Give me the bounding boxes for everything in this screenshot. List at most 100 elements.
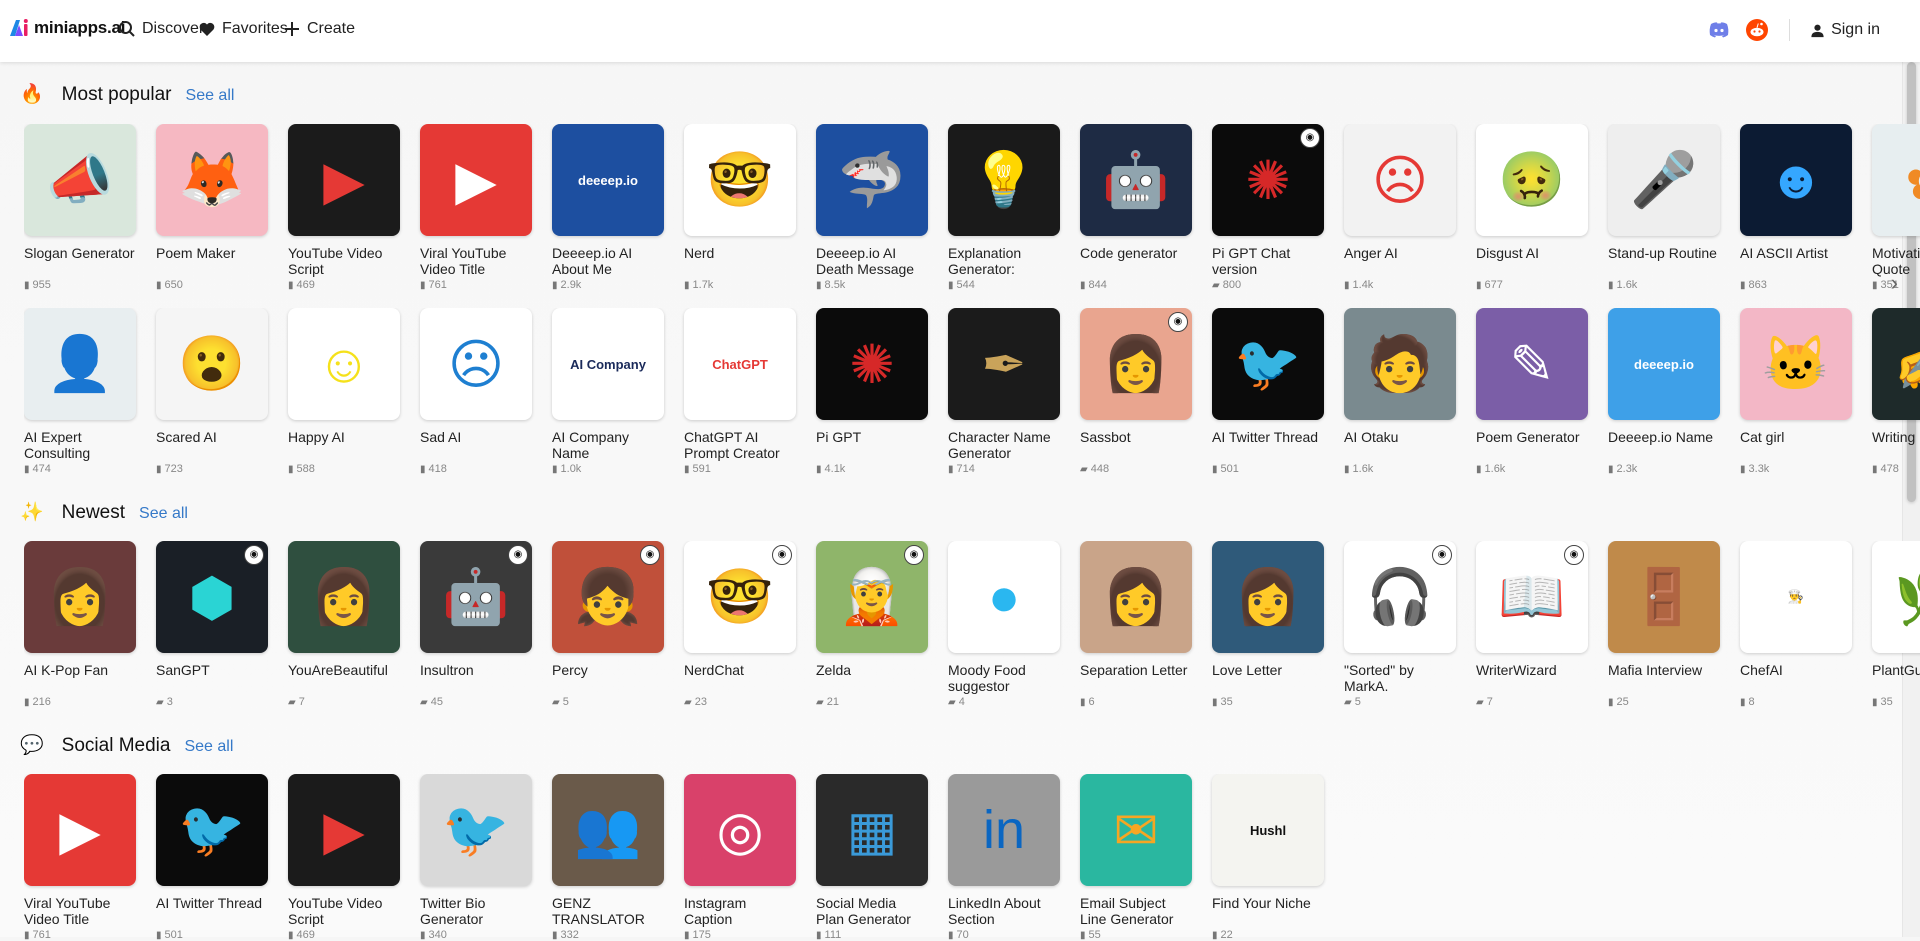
app-card[interactable]: ▶ YouTube Video Script ▮ 469	[288, 124, 400, 291]
app-card[interactable]: ◎ Instagram Caption ▮ 175	[684, 774, 796, 941]
app-card[interactable]: 👩 AI K-Pop Fan ▮ 216	[24, 541, 136, 708]
app-thumbnail[interactable]: 🐦	[420, 774, 532, 886]
app-card[interactable]: 🦊 Poem Maker ▮ 650	[156, 124, 268, 291]
app-card[interactable]: ✿Motivational Quote▮351	[1872, 124, 1920, 291]
app-card[interactable]: 🐱 Cat girl ▮ 3.3k	[1740, 308, 1852, 475]
signin-button[interactable]: Sign in	[1810, 21, 1880, 39]
app-thumbnail[interactable]: ▦	[816, 774, 928, 886]
app-thumbnail[interactable]: deeeep.io	[552, 124, 664, 236]
app-thumbnail[interactable]: ☹	[420, 308, 532, 420]
brand-logo[interactable]: miniapps.ai	[8, 17, 126, 39]
app-card[interactable]: 🤖 Code generator ▮ 844	[1080, 124, 1192, 291]
app-title[interactable]: PlantGuru	[1872, 662, 1920, 694]
app-title[interactable]: Viral YouTube Video Title	[420, 245, 532, 277]
app-thumbnail[interactable]: 👩	[24, 541, 136, 653]
app-card[interactable]: 👤 AI Expert Consulting ▮ 474	[24, 308, 136, 475]
app-card[interactable]: 😮 Scared AI ▮ 723	[156, 308, 268, 475]
app-thumbnail[interactable]: ChatGPT	[684, 308, 796, 420]
app-card[interactable]: ▶ Viral YouTube Video Title ▮ 761	[24, 774, 136, 941]
app-card[interactable]: 📣 Slogan Generator ▮ 955	[24, 124, 136, 291]
app-card[interactable]: in LinkedIn About Section ▮ 70	[948, 774, 1060, 941]
app-thumbnail[interactable]: 🐦	[1212, 308, 1324, 420]
app-thumbnail[interactable]: 😮	[156, 308, 268, 420]
app-title[interactable]: AI Otaku	[1344, 429, 1456, 461]
app-title[interactable]: ChatGPT AI Prompt Creator	[684, 429, 796, 461]
app-card[interactable]: ChatGPT ChatGPT AI Prompt Creator ▮ 591	[684, 308, 796, 475]
app-thumbnail[interactable]: 🚪	[1608, 541, 1720, 653]
app-card[interactable]: 👩 YouAreBeautiful ▰ 7	[288, 541, 400, 708]
app-thumbnail[interactable]: 📖 ◉	[1476, 541, 1588, 653]
app-thumbnail[interactable]: ▶	[420, 124, 532, 236]
app-card[interactable]: 👩 Separation Letter ▮ 6	[1080, 541, 1192, 708]
app-title[interactable]: Zelda	[816, 662, 928, 694]
app-thumbnail[interactable]: ✎	[1476, 308, 1588, 420]
app-title[interactable]: Deeeep.io AI About Me	[552, 245, 664, 277]
app-title[interactable]: Poem Maker	[156, 245, 268, 277]
app-thumbnail[interactable]: 🧑	[1344, 308, 1456, 420]
app-card[interactable]: ✺ ◉ Pi GPT Chat version ▰ 800	[1212, 124, 1324, 291]
app-title[interactable]: Social Media Plan Generator	[816, 895, 928, 927]
app-title[interactable]: Scared AI	[156, 429, 268, 461]
app-thumbnail[interactable]: ✺ ◉	[1212, 124, 1324, 236]
nav-favorites[interactable]: Favorites	[198, 20, 288, 38]
app-card[interactable]: 🐦 AI Twitter Thread ▮ 501	[156, 774, 268, 941]
app-title[interactable]: YouTube Video Script	[288, 895, 400, 927]
app-card[interactable]: 👨‍🍳 ChefAI ▮ 8	[1740, 541, 1852, 708]
app-card[interactable]: 🎧 ◉ "Sorted" by MarkA. ▰ 5	[1344, 541, 1456, 708]
app-card[interactable]: ⬢ ◉ SanGPT ▰ 3	[156, 541, 268, 708]
app-thumbnail[interactable]: ✍	[1872, 308, 1920, 420]
app-card[interactable]: ▶ Viral YouTube Video Title ▮ 761	[420, 124, 532, 291]
app-thumbnail[interactable]: 🌿	[1872, 541, 1920, 653]
see-all-link[interactable]: See all	[139, 505, 188, 523]
app-title[interactable]: Email Subject Line Generator	[1080, 895, 1192, 927]
app-card[interactable]: ✎ Poem Generator ▮ 1.6k	[1476, 308, 1588, 475]
app-title[interactable]: Deeeep.io AI Death Message	[816, 245, 928, 277]
app-thumbnail[interactable]: ⬢ ◉	[156, 541, 268, 653]
app-title[interactable]: Disgust AI	[1476, 245, 1588, 277]
app-card[interactable]: 🧑 AI Otaku ▮ 1.6k	[1344, 308, 1456, 475]
app-card[interactable]: ☹ Sad AI ▮ 418	[420, 308, 532, 475]
app-thumbnail[interactable]: 👩	[1080, 541, 1192, 653]
app-title[interactable]: SanGPT	[156, 662, 268, 694]
app-thumbnail[interactable]: ✺	[816, 308, 928, 420]
app-card[interactable]: deeeep.io Deeeep.io AI About Me ▮ 2.9k	[552, 124, 664, 291]
nav-discover[interactable]: Discover	[118, 20, 204, 38]
app-title[interactable]: Happy AI	[288, 429, 400, 461]
app-card[interactable]: 👧 ◉ Percy ▰ 5	[552, 541, 664, 708]
app-card[interactable]: ✒ Character Name Generator ▮ 714	[948, 308, 1060, 475]
reddit-icon[interactable]	[1745, 18, 1769, 42]
app-thumbnail[interactable]: ▶	[288, 124, 400, 236]
app-title[interactable]: Twitter Bio Generator	[420, 895, 532, 927]
app-thumbnail[interactable]: 💡	[948, 124, 1060, 236]
scroll-right-arrow-icon[interactable]: ›	[1891, 270, 1898, 296]
app-card[interactable]: ▶ YouTube Video Script ▮ 469	[288, 774, 400, 941]
app-card[interactable]: 🐦 AI Twitter Thread ▮ 501	[1212, 308, 1324, 475]
app-title[interactable]: Pi GPT	[816, 429, 928, 461]
see-all-link[interactable]: See all	[186, 87, 235, 105]
app-card[interactable]: 🤢 Disgust AI ▮ 677	[1476, 124, 1588, 291]
app-title[interactable]: AI ASCII Artist	[1740, 245, 1852, 277]
app-thumbnail[interactable]: deeeep.io	[1608, 308, 1720, 420]
app-thumbnail[interactable]: 👩 ◉	[1080, 308, 1192, 420]
app-thumbnail[interactable]: 🤖 ◉	[420, 541, 532, 653]
app-card[interactable]: 🚪 Mafia Interview ▮ 25	[1608, 541, 1720, 708]
app-thumbnail[interactable]: 👩	[1212, 541, 1324, 653]
app-card[interactable]: ☻ AI ASCII Artist ▮ 863	[1740, 124, 1852, 291]
app-card[interactable]: 💡 Explanation Generator: ▮ 544	[948, 124, 1060, 291]
app-thumbnail[interactable]: 🤓 ◉	[684, 541, 796, 653]
app-title[interactable]: Sad AI	[420, 429, 532, 461]
app-card[interactable]: 👩 ◉ Sassbot ▰ 448	[1080, 308, 1192, 475]
app-title[interactable]: Character Name Generator	[948, 429, 1060, 461]
app-card[interactable]: 🤓 ◉ NerdChat ▰ 23	[684, 541, 796, 708]
app-title[interactable]: Writing Imitator	[1872, 429, 1920, 461]
app-title[interactable]: YouAreBeautiful	[288, 662, 400, 694]
app-thumbnail[interactable]: ◎	[684, 774, 796, 886]
app-thumbnail[interactable]: Hushl	[1212, 774, 1324, 886]
app-thumbnail[interactable]: ✒	[948, 308, 1060, 420]
app-thumbnail[interactable]: 🎤	[1608, 124, 1720, 236]
app-card[interactable]: 🦈 Deeeep.io AI Death Message ▮ 8.5k	[816, 124, 928, 291]
app-card[interactable]: 👩 Love Letter ▮ 35	[1212, 541, 1324, 708]
app-card[interactable]: ☹ Anger AI ▮ 1.4k	[1344, 124, 1456, 291]
app-thumbnail[interactable]: ✿	[1872, 124, 1920, 236]
app-card[interactable]: 🤓 Nerd ▮ 1.7k	[684, 124, 796, 291]
